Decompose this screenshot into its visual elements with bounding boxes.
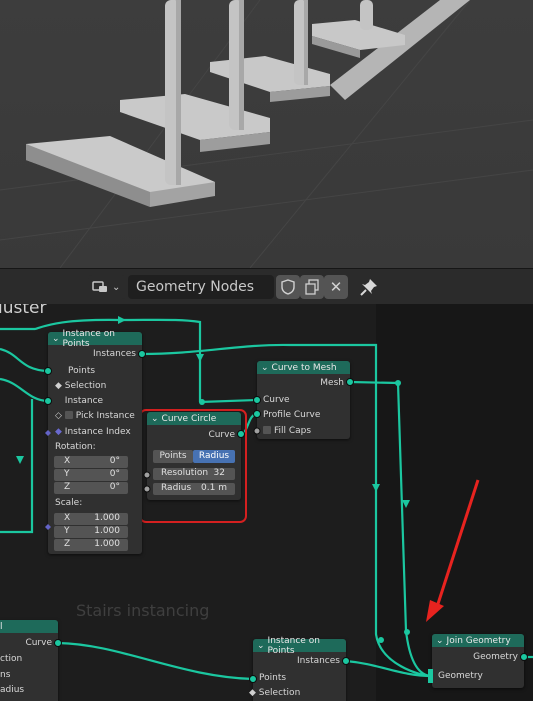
copy-icon <box>305 279 319 295</box>
close-icon: ✕ <box>329 278 343 296</box>
node-tree-name: Geometry Nodes <box>136 279 255 295</box>
geometry-nodes-editor-icon <box>92 281 107 292</box>
node-sockets <box>44 350 528 683</box>
fake-user-button[interactable] <box>276 275 300 299</box>
unlink-button[interactable]: ✕ <box>324 275 348 299</box>
editor-type-button[interactable]: ⌄ <box>88 275 126 299</box>
shield-icon <box>281 279 295 295</box>
node-tree-name-field[interactable]: Geometry Nodes <box>128 275 274 299</box>
duplicate-button[interactable] <box>300 275 324 299</box>
stair-steps <box>26 20 405 207</box>
node-canvas[interactable]: luster Stairs instancing ⌄ Instance on P… <box>0 304 533 701</box>
node-editor-header: ⌄ Geometry Nodes ✕ <box>0 268 533 304</box>
3d-viewport[interactable] <box>0 0 533 268</box>
chevron-down-icon: ⌄ <box>112 281 121 293</box>
blender-window: ⌄ Geometry Nodes ✕ luster Stairs instanc… <box>0 0 533 701</box>
pin-button[interactable] <box>357 275 381 299</box>
stairs-render <box>0 0 533 268</box>
pin-icon <box>360 279 377 296</box>
